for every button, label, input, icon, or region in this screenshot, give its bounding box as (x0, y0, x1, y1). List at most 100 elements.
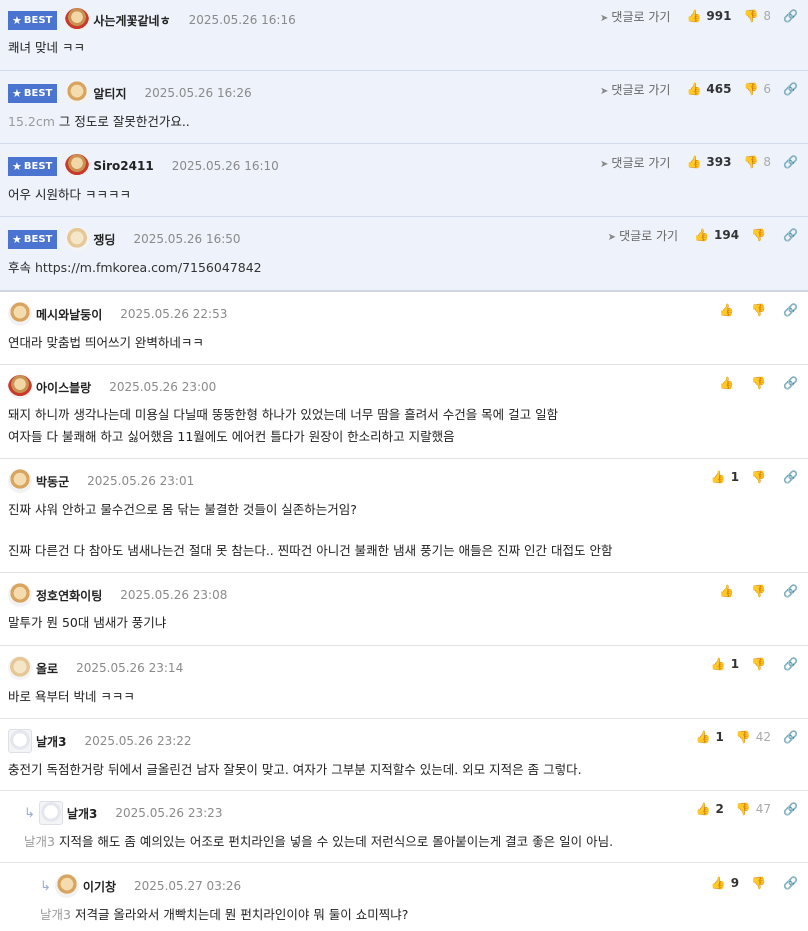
upvote-count: 1 (730, 657, 740, 671)
thumbs-up-icon: 👍 (719, 376, 735, 390)
downvote-button[interactable]: 👎 (751, 657, 771, 671)
comment: 올로 2025.05.26 23:14 👍 1 👎 🔗 바로 욕부터 박네 ㅋㅋㅋ (0, 646, 808, 719)
comment-text: 연대라 맞춤법 띄어쓰기 완벽하네ㅋㅋ (8, 335, 204, 350)
upvote-button[interactable]: 👍 (719, 584, 739, 598)
upvote-button[interactable]: 👍 1 (711, 657, 739, 671)
reply-mention[interactable]: 날개3 (40, 907, 71, 922)
comment-timestamp: 2025.05.26 16:10 (171, 159, 279, 173)
goto-reply-link[interactable]: ➤ 댓글로 가기 (600, 81, 670, 98)
author-nickname[interactable]: 쟁딩 (93, 231, 115, 248)
author-nickname[interactable]: 올로 (36, 660, 58, 677)
reply-mention[interactable]: 15.2cm (8, 114, 55, 129)
link-icon[interactable]: 🔗 (783, 303, 798, 317)
comment: 박동군 2025.05.26 23:01 👍 1 👎 🔗 진짜 샤워 안하고 물수… (0, 459, 808, 573)
downvote-button[interactable]: 👎 (751, 584, 771, 598)
goto-reply-label: 댓글로 가기 (611, 9, 671, 24)
comment-meta: 아이스블랑 2025.05.26 23:00 (8, 375, 217, 399)
comment-timestamp: 2025.05.26 23:00 (109, 380, 217, 394)
goto-reply-label: 댓글로 가기 (619, 228, 679, 243)
external-link[interactable]: https://m.fmkorea.com/7156047842 (35, 260, 262, 275)
upvote-button[interactable]: 👍 1 (696, 730, 724, 744)
upvote-count: 991 (706, 9, 732, 23)
comment-text: 어우 시원하다 ㅋㅋㅋㅋ (8, 187, 131, 202)
downvote-button[interactable]: 👎 (751, 303, 771, 317)
comment-line: 여자들 다 불쾌해 하고 싫어했음 11월에도 에어컨 틀다가 원장이 한소리하… (8, 429, 455, 444)
downvote-button[interactable]: 👎 (751, 376, 771, 390)
upvote-button[interactable]: 👍 9 (711, 876, 739, 890)
comment-text: 후속 https://m.fmkorea.com/7156047842 (8, 257, 262, 279)
upvote-button[interactable]: 👍 393 (686, 155, 731, 169)
upvote-button[interactable]: 👍 194 (694, 228, 739, 242)
author-nickname[interactable]: 날개3 (67, 805, 97, 822)
paper-plane-icon: ➤ (600, 12, 609, 24)
comment-meta: 날개3 2025.05.26 23:22 (8, 729, 192, 753)
author-nickname[interactable]: 사는게꽃같네ㅎ (93, 12, 170, 29)
comment-text: 바로 욕부터 박네 ㅋㅋㅋ (8, 689, 135, 704)
downvote-button[interactable]: 👎 (751, 228, 771, 242)
comment-line: 진짜 샤워 안하고 물수건으로 몸 닦는 불결한 것들이 실존하는거임? (8, 502, 357, 517)
upvote-button[interactable]: 👍 (719, 376, 739, 390)
comment-text-content: 후속 (8, 260, 32, 275)
upvote-button[interactable]: 👍 2 (696, 802, 724, 816)
comment-meta: ↳ 이기창 2025.05.27 03:26 (40, 874, 241, 898)
comment: 정호연화이팅 2025.05.26 23:08 👍 👎 🔗 말투가 뭔 50대 … (0, 573, 808, 646)
comment-actions: ➤ 댓글로 가기 👍 194 👎 🔗 (608, 224, 798, 246)
author-nickname[interactable]: 메시와날둥이 (36, 306, 102, 323)
goto-reply-link[interactable]: ➤ 댓글로 가기 (608, 227, 678, 244)
star-icon: ★ (12, 86, 22, 100)
link-icon[interactable]: 🔗 (783, 9, 798, 23)
downvote-button[interactable]: 👎 6 (743, 82, 771, 96)
author-nickname[interactable]: 이기창 (83, 878, 116, 895)
downvote-button[interactable]: 👎 42 (736, 730, 771, 744)
author-nickname[interactable]: 날개3 (36, 733, 66, 750)
downvote-button[interactable]: 👎 47 (736, 802, 771, 816)
goto-reply-link[interactable]: ➤ 댓글로 가기 (600, 8, 670, 25)
comment-timestamp: 2025.05.26 16:50 (133, 232, 241, 246)
upvote-button[interactable]: 👍 991 (686, 9, 731, 23)
comment: 메시와날둥이 2025.05.26 22:53 👍 👎 🔗 연대라 맞춤법 띄어… (0, 292, 808, 365)
author-nickname[interactable]: 아이스블랑 (36, 379, 91, 396)
upvote-count: 1 (715, 730, 724, 744)
link-icon[interactable]: 🔗 (783, 730, 798, 744)
comment-meta: ↳ 날개3 2025.05.26 23:23 (24, 801, 223, 825)
downvote-button[interactable]: 👎 8 (743, 155, 771, 169)
link-icon[interactable]: 🔗 (783, 584, 798, 598)
author-nickname[interactable]: Siro2411 (93, 159, 153, 173)
star-icon: ★ (12, 13, 22, 27)
author-nickname[interactable]: 정호연화이팅 (36, 587, 102, 604)
comment: 아이스블랑 2025.05.26 23:00 👍 👎 🔗 돼지 하니까 생각나는… (0, 365, 808, 459)
reply-mention[interactable]: 날개3 (24, 834, 55, 849)
link-icon[interactable]: 🔗 (783, 82, 798, 96)
comment-text-content: 그 정도로 잘못한건가요.. (58, 114, 190, 129)
upvote-button[interactable]: 👍 465 (686, 82, 731, 96)
link-icon[interactable]: 🔗 (783, 376, 798, 390)
upvote-count: 1 (730, 470, 740, 484)
paper-plane-icon: ➤ (600, 158, 609, 170)
downvote-button[interactable]: 👎 (751, 470, 771, 484)
downvote-button[interactable]: 👎 8 (743, 9, 771, 23)
link-icon[interactable]: 🔗 (783, 657, 798, 671)
goto-reply-link[interactable]: ➤ 댓글로 가기 (600, 154, 670, 171)
author-nickname[interactable]: 박동군 (36, 473, 69, 490)
link-icon[interactable]: 🔗 (783, 876, 798, 890)
upvote-button[interactable]: 👍 (719, 303, 739, 317)
upvote-button[interactable]: 👍 1 (711, 470, 739, 484)
link-icon[interactable]: 🔗 (783, 155, 798, 169)
thumbs-down-icon: 👎 (751, 584, 767, 598)
comment-meta: ★ BEST Siro2411 2025.05.26 16:10 (8, 154, 279, 178)
thumbs-up-icon: 👍 (695, 802, 711, 816)
link-icon[interactable]: 🔗 (783, 470, 798, 484)
comment-actions: 👍 👎 🔗 (719, 580, 798, 602)
best-comment: ★ BEST Siro2411 2025.05.26 16:10 ➤ 댓글로 가기 … (0, 144, 808, 217)
link-icon[interactable]: 🔗 (783, 802, 798, 816)
best-badge: ★ BEST (8, 83, 58, 103)
author-nickname[interactable]: 알티지 (93, 85, 126, 102)
downvote-button[interactable]: 👎 (751, 876, 771, 890)
reply-comment: ↳ 날개3 2025.05.26 23:23 👍 2 👎 47 🔗 날개3 지적을 해… (0, 791, 808, 863)
thumbs-down-icon: 👎 (751, 376, 767, 390)
thumbs-up-icon: 👍 (695, 730, 711, 744)
best-badge-label: BEST (23, 14, 53, 26)
comment-text: 15.2cm 그 정도로 잘못한건가요.. (8, 111, 190, 133)
comment-timestamp: 2025.05.26 23:23 (115, 806, 223, 820)
link-icon[interactable]: 🔗 (783, 228, 798, 242)
